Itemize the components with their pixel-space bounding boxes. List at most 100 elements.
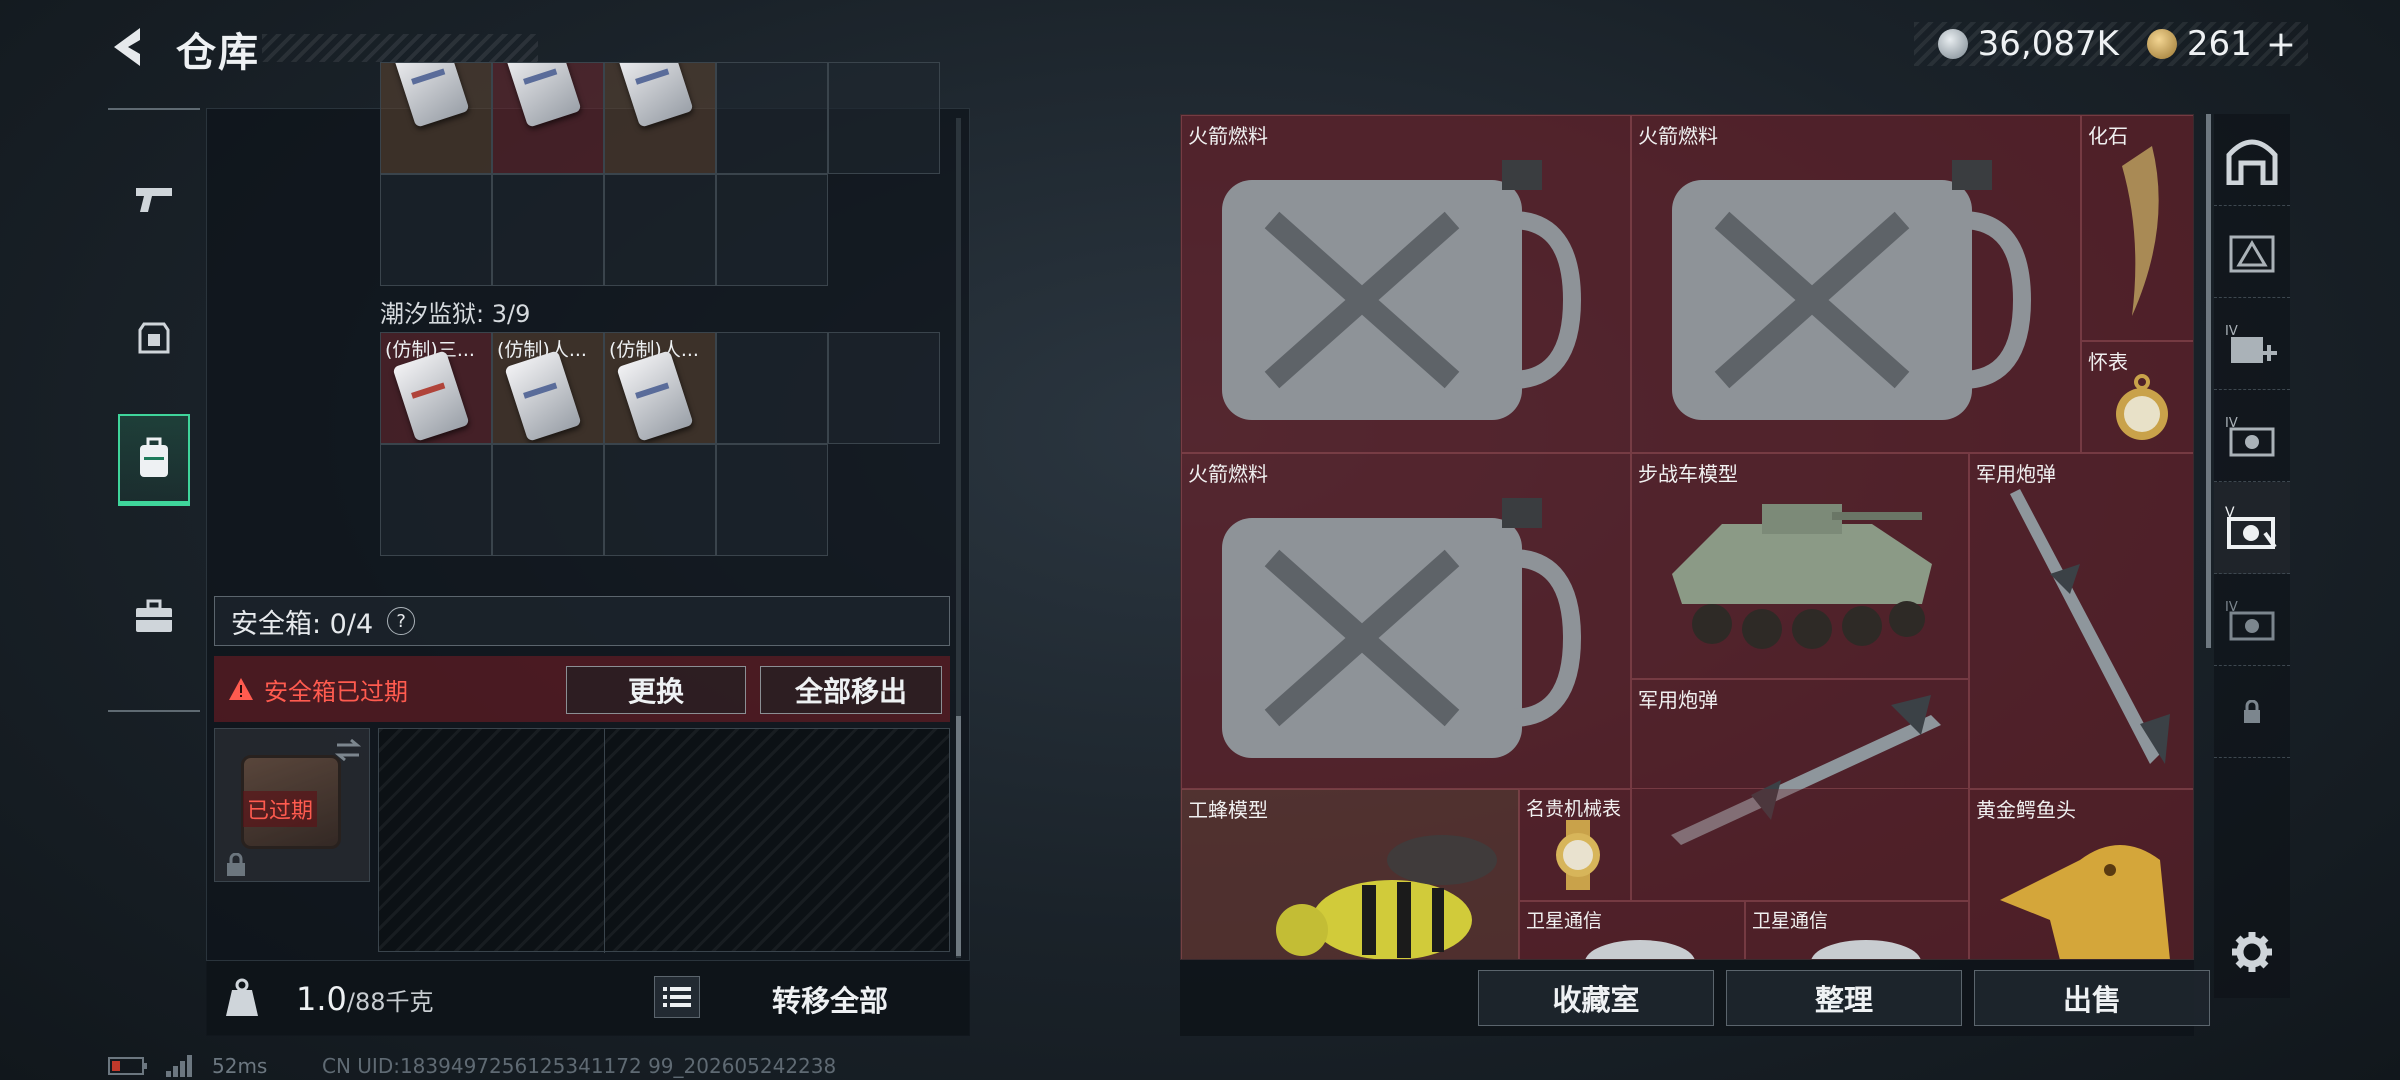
item-name: 名贵机械表 <box>1526 798 1622 820</box>
gear-icon <box>2232 932 2272 972</box>
case-expired-badge: 已过期 <box>243 791 318 827</box>
right-scrollbar[interactable] <box>2206 114 2211 648</box>
backpack-tab[interactable] <box>118 414 190 506</box>
gold-croc-head-item[interactable]: 黄金鳄鱼头 <box>1969 789 2193 959</box>
silver-amount: 36,087K <box>1977 24 2119 64</box>
empty-slot[interactable] <box>380 174 492 286</box>
silver-coin-icon <box>1937 29 1968 59</box>
lock-icon <box>2244 699 2260 723</box>
item-name: 军用炮弹 <box>1976 462 2056 486</box>
satellite-dish-image <box>1585 940 1695 959</box>
item-slot[interactable] <box>492 62 604 174</box>
bee-model-image <box>1276 835 1497 959</box>
upper-container-grid <box>380 62 940 286</box>
right-container-nav: IV IV V IV <box>2214 114 2290 998</box>
collection-room-button[interactable]: 收藏室 <box>1478 970 1714 1026</box>
container-tab-1[interactable] <box>2214 206 2290 298</box>
satellite-comm-item[interactable]: 卫星通信 <box>1519 901 1745 959</box>
item-name: 工蜂模型 <box>1188 798 1268 822</box>
weight-current: 1.0 <box>296 980 347 1018</box>
empty-slot[interactable] <box>828 62 940 174</box>
move-all-out-button[interactable]: 全部移出 <box>760 666 942 714</box>
empty-slot[interactable] <box>492 444 604 556</box>
toolbox-icon <box>136 599 172 632</box>
bee-model-item[interactable]: 工蜂模型 <box>1181 789 1519 959</box>
item-slot[interactable] <box>380 62 492 174</box>
container-tab-3[interactable]: IV <box>2214 390 2290 482</box>
empty-slot[interactable] <box>716 62 828 174</box>
container-iv-icon: IV <box>2225 416 2275 456</box>
container-tab-4-active[interactable]: V <box>2214 482 2290 574</box>
empty-slot[interactable] <box>716 174 828 286</box>
transfer-all-button[interactable]: 转移全部 <box>720 978 940 1020</box>
title-decoration <box>262 34 538 62</box>
grid-gap <box>828 174 940 286</box>
weight-readout: 1.0/88千克 <box>296 980 434 1018</box>
page-title: 仓库 <box>176 30 260 76</box>
warning-container-icon <box>2229 235 2275 272</box>
container-tab-5[interactable]: IV <box>2214 574 2290 666</box>
toolbox-tab[interactable] <box>118 570 190 662</box>
garage-tab[interactable] <box>2214 114 2290 206</box>
empty-slot[interactable] <box>380 444 492 556</box>
ifv-model-item[interactable]: 步战车模型 <box>1631 453 1969 679</box>
wristwatch-image <box>1556 820 1600 890</box>
item-name: 卫星通信 <box>1526 910 1603 932</box>
back-icon[interactable] <box>106 24 152 70</box>
item-slot[interactable]: (仿制)三... <box>380 332 492 444</box>
left-category-nav <box>108 108 200 712</box>
military-shell-item-area <box>1631 789 1969 901</box>
currency-bar: 36,087K 261 + <box>1913 22 2308 66</box>
grid-gap <box>828 444 940 556</box>
container-iv-icon: IV <box>2225 600 2275 640</box>
replace-button[interactable]: 更换 <box>566 666 746 714</box>
garage-icon <box>2226 139 2278 185</box>
container-tab-2[interactable]: IV <box>2214 298 2290 390</box>
safebox-slot[interactable]: 已过期 <box>214 728 370 882</box>
military-shell-item[interactable]: 军用炮弹 <box>1969 453 2193 789</box>
jerrycan-image <box>1222 160 1582 420</box>
gold-amount: 261 <box>2186 24 2252 64</box>
item-name: 步战车模型 <box>1638 462 1738 486</box>
weight-max: /88千克 <box>346 988 434 1016</box>
item-name: 黄金鳄鱼头 <box>1976 798 2076 822</box>
empty-slot[interactable] <box>716 444 828 556</box>
swap-icon[interactable] <box>333 737 363 763</box>
item-slot[interactable] <box>604 62 716 174</box>
user-uid: CN UID:1839497256125341172 99_2026052422… <box>322 1054 837 1078</box>
rocket-fuel-item[interactable]: 火箭燃料 <box>1181 453 1631 789</box>
item-name: 火箭燃料 <box>1638 124 1718 148</box>
locked-tab <box>2214 666 2290 758</box>
equipment-tab[interactable] <box>118 292 190 384</box>
weapon-tab[interactable] <box>118 154 190 246</box>
list-view-button[interactable] <box>654 976 700 1018</box>
empty-slot[interactable] <box>604 174 716 286</box>
jerrycan-image <box>1672 160 2032 420</box>
satellite-dish-image <box>1811 940 1921 959</box>
luxury-watch-item[interactable]: 名贵机械表 <box>1519 789 1631 901</box>
pistol-icon <box>136 188 172 212</box>
organize-button[interactable]: 整理 <box>1726 970 1962 1026</box>
empty-slot[interactable] <box>716 332 828 444</box>
rocket-fuel-item[interactable]: 火箭燃料 <box>1631 115 2081 453</box>
empty-slot[interactable] <box>492 174 604 286</box>
container-v-icon: V <box>2225 505 2277 549</box>
jerrycan-image <box>1222 498 1582 758</box>
help-icon[interactable]: ? <box>387 607 416 635</box>
left-scrollbar-thumb[interactable] <box>956 716 961 956</box>
safebox-label: 安全箱: 0/4 <box>231 608 374 640</box>
empty-slot[interactable] <box>604 444 716 556</box>
item-slot[interactable]: (仿制)人... <box>604 332 716 444</box>
fossil-item[interactable]: 化石 <box>2081 115 2193 341</box>
armor-icon <box>138 322 170 354</box>
pocket-watch-item[interactable]: 怀表 <box>2081 341 2193 453</box>
item-slot[interactable]: (仿制)人... <box>492 332 604 444</box>
settings-button[interactable] <box>2214 906 2290 998</box>
rocket-fuel-item[interactable]: 火箭燃料 <box>1181 115 1631 453</box>
satellite-comm-item[interactable]: 卫星通信 <box>1745 901 1969 959</box>
sell-button[interactable]: 出售 <box>1974 970 2210 1026</box>
add-currency-button[interactable]: + <box>2266 24 2296 65</box>
lock-icon <box>227 853 245 876</box>
empty-slot[interactable] <box>828 332 940 444</box>
backpack-icon <box>140 437 168 477</box>
